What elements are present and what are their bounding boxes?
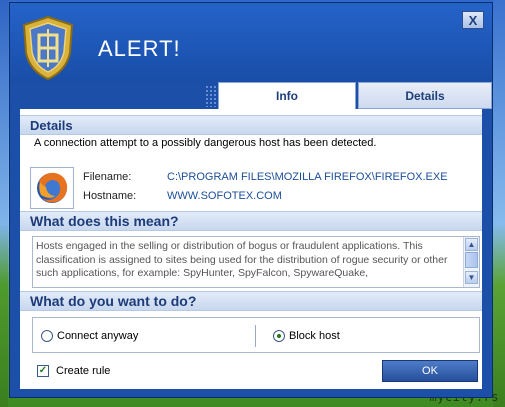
what-does-this-mean-heading: What does this mean? (20, 211, 482, 231)
tab-info[interactable]: Info (218, 82, 356, 109)
desktop-background-left (0, 0, 8, 407)
action-options: Connect anyway Block host (32, 317, 480, 353)
scroll-thumb[interactable] (465, 252, 478, 268)
hostname-label: Hostname: (83, 190, 137, 202)
decorative-dots (205, 85, 217, 107)
block-host-radio[interactable] (273, 330, 285, 342)
description-textarea[interactable]: Hosts engaged in the selling or distribu… (32, 236, 480, 288)
alert-window: ALERT! X Info Details Details A connecti… (9, 2, 493, 398)
close-button[interactable]: X (462, 11, 484, 29)
description-text: Hosts engaged in the selling or distribu… (36, 240, 448, 279)
create-rule-checkbox[interactable]: ✓ (37, 365, 49, 377)
options-divider (255, 325, 256, 347)
connection-message: A connection attempt to a possibly dange… (34, 137, 377, 149)
create-rule-label[interactable]: Create rule (56, 365, 110, 377)
filename-label: Filename: (83, 171, 132, 183)
block-host-label[interactable]: Block host (289, 330, 340, 342)
firefox-icon (37, 172, 68, 203)
desktop-background-right (493, 0, 505, 407)
description-scrollbar[interactable]: ▲ ▼ (463, 237, 479, 287)
window-header: ALERT! X (10, 3, 492, 83)
shield-logo-icon (22, 15, 74, 81)
connect-anyway-label[interactable]: Connect anyway (57, 330, 138, 342)
connect-anyway-radio[interactable] (41, 330, 53, 342)
window-title: ALERT! (98, 36, 181, 61)
scroll-down-icon[interactable]: ▼ (465, 271, 478, 284)
app-icon-frame (30, 167, 74, 209)
details-heading: Details (20, 115, 482, 135)
hostname-value: WWW.SOFOTEX.COM (167, 190, 282, 202)
what-to-do-heading: What do you want to do? (20, 291, 482, 311)
scroll-up-icon[interactable]: ▲ (465, 238, 478, 251)
ok-button[interactable]: OK (382, 360, 478, 382)
filename-value: C:\PROGRAM FILES\MOZILLA FIREFOX\FIREFOX… (167, 171, 448, 183)
tab-details[interactable]: Details (358, 82, 492, 109)
